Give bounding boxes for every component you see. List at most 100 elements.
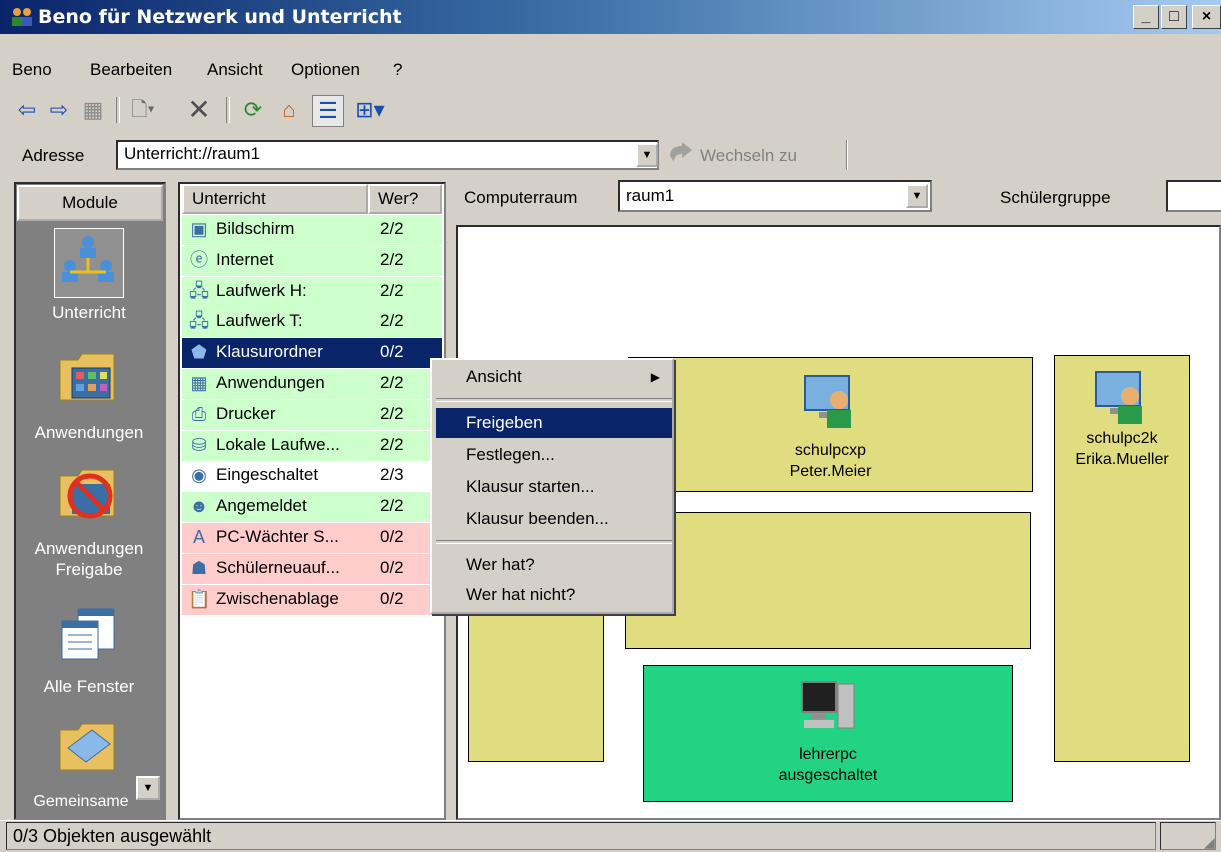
list-item-who: 0/2 — [380, 342, 404, 362]
back-arrow-icon[interactable]: ⇦ — [12, 95, 42, 125]
ctx-freigeben[interactable]: Freigeben — [436, 408, 672, 438]
wechseln-zu-button[interactable]: Wechseln zu — [700, 146, 797, 166]
exam-folder-icon: ⬟ — [191, 342, 207, 363]
list-item-name: Angemeldet — [216, 496, 307, 516]
list-item[interactable]: ⛁ Lokale Laufwe... 2/2 — [182, 430, 442, 461]
ctx-ansicht-label: Ansicht — [466, 367, 522, 386]
list-item-name: Klausurordner — [216, 342, 323, 362]
menu-bar: Beno Bearbeiten Ansicht Optionen ? — [0, 56, 1221, 84]
column-header-unterricht[interactable]: Unterricht — [182, 184, 368, 214]
network-users-icon[interactable] — [58, 232, 118, 292]
maximize-button[interactable]: □ — [1161, 5, 1187, 29]
title-bar[interactable]: Beno für Netzwerk und Unterricht _ □ × — [0, 0, 1221, 34]
modules-header[interactable]: Module — [17, 185, 163, 221]
pc-user-icon — [803, 375, 851, 428]
list-item[interactable]: ▣ Bildschirm 2/2 — [182, 215, 442, 245]
ctx-klausur-starten[interactable]: Klausur starten... — [436, 472, 672, 502]
students-icon: ☗ — [190, 557, 208, 578]
internet-icon: ⓔ — [190, 249, 208, 270]
list-item-name: Laufwerk T: — [216, 311, 303, 331]
list-item-name: Eingeschaltet — [216, 465, 319, 485]
list-item-who: 2/2 — [380, 434, 404, 454]
minimize-button[interactable]: _ — [1133, 5, 1159, 29]
menu-ansicht[interactable]: Ansicht — [207, 60, 263, 80]
menu-optionen[interactable]: Optionen — [291, 60, 360, 80]
list-item[interactable]: ▦ Anwendungen 2/2 — [182, 369, 442, 399]
list-item-name: Lokale Laufwe... — [216, 434, 340, 454]
pc-user-icon — [1095, 371, 1142, 424]
ctx-separator — [436, 398, 672, 402]
delete-icon[interactable]: ✕ — [184, 95, 214, 125]
menu-beno[interactable]: Beno — [12, 60, 52, 80]
windows-icon[interactable] — [58, 605, 118, 661]
list-item-name: Drucker — [216, 403, 276, 423]
pc-lehrerpc[interactable]: lehrerpc ausgeschaltet — [643, 665, 1013, 802]
computerraum-dropdown-button[interactable]: ▼ — [906, 184, 928, 208]
list-item[interactable]: A PC-Wächter S... 0/2 — [182, 523, 442, 553]
menu-help[interactable]: ? — [393, 60, 402, 80]
ctx-festlegen[interactable]: Festlegen... — [436, 440, 672, 470]
ctx-klausur-beenden[interactable]: Klausur beenden... — [436, 504, 672, 534]
ctx-wer-hat-nicht[interactable]: Wer hat nicht? — [436, 580, 672, 610]
list-item-who: 2/2 — [380, 373, 404, 392]
module-anwendungen-label[interactable]: Anwendungen — [16, 423, 162, 443]
pc-schulpcxp[interactable]: schulpcxp Peter.Meier — [628, 357, 1033, 492]
list-item[interactable]: ◉ Eingeschaltet 2/3 — [182, 461, 442, 492]
forbidden-folder-icon[interactable] — [58, 466, 118, 522]
list-item-who: 0/2 — [380, 527, 404, 546]
forward-arrow-icon[interactable]: ⇨ — [44, 95, 74, 125]
ctx-separator — [436, 540, 672, 544]
pc-user: Erika.Mueller — [1075, 451, 1169, 468]
toolbar-separator — [116, 97, 120, 123]
ctx-ansicht[interactable]: Ansicht ▶ — [436, 362, 672, 392]
module-gemeinsame-label[interactable]: Gemeinsame — [16, 793, 146, 811]
pc-schulpc2k[interactable]: schulpc2k Erika.Mueller — [1054, 355, 1190, 762]
go-arrow-icon[interactable] — [666, 142, 696, 166]
schuelergruppe-select[interactable] — [1166, 180, 1221, 212]
list-view-icon[interactable]: ☰ — [312, 95, 344, 127]
details-view-icon[interactable]: ⊞▾ — [350, 95, 390, 125]
home-icon[interactable]: ⌂ — [274, 95, 304, 125]
list-item-who: 2/2 — [380, 403, 404, 423]
list-item[interactable]: ☻ Angemeldet 2/2 — [182, 492, 442, 523]
computerraum-select[interactable]: raum1 — [618, 180, 932, 212]
list-item[interactable]: 📋 Zwischenablage 0/2 — [182, 584, 442, 615]
list-item[interactable]: ⓔ Internet 2/2 — [182, 245, 442, 276]
list-item[interactable]: ⎙ Drucker 2/2 — [182, 399, 442, 430]
resize-grip-icon[interactable]: ◢ — [1204, 834, 1215, 851]
status-text: 0/3 Objekten ausgewählt — [6, 822, 1156, 850]
module-unterricht-label[interactable]: Unterricht — [16, 303, 162, 323]
modules-scroll-down-button[interactable]: ▼ — [136, 776, 160, 800]
list-item[interactable]: 🖧 Laufwerk H: 2/2 — [182, 276, 442, 307]
shared-folder-icon[interactable] — [58, 718, 118, 774]
address-dropdown-button[interactable]: ▼ — [636, 143, 658, 167]
toolbar-separator — [226, 97, 230, 123]
list-item-name: Schülerneuauf... — [216, 557, 340, 577]
list-item-who: 2/2 — [380, 280, 404, 300]
ctx-wer-hat[interactable]: Wer hat? — [436, 550, 672, 580]
applications-icon: ▦ — [190, 373, 208, 393]
list-item[interactable]: 🖧 Laufwerk T: 2/2 — [182, 307, 442, 338]
address-input[interactable]: Unterricht://raum1 — [116, 140, 659, 170]
list-item[interactable]: ☗ Schülerneuauf... 0/2 — [182, 553, 442, 584]
applications-folder-icon[interactable] — [58, 350, 118, 406]
address-separator — [846, 140, 848, 170]
module-alle-fenster-label[interactable]: Alle Fenster — [16, 677, 162, 697]
list-item-name: PC-Wächter S... — [216, 527, 339, 546]
column-header-wer[interactable]: Wer? — [368, 184, 442, 214]
network-drive-icon: 🖧 — [188, 280, 210, 301]
up-folder-icon[interactable]: ▦ — [78, 95, 108, 125]
list-item[interactable]: ⬟ Klausurordner 0/2 — [182, 338, 442, 369]
refresh-icon[interactable]: ⟳ — [238, 95, 268, 125]
context-menu: Ansicht ▶ Freigeben Festlegen... Klausur … — [430, 358, 674, 614]
list-item-who: 0/2 — [380, 557, 404, 577]
guard-icon: A — [192, 527, 205, 547]
close-button[interactable]: × — [1192, 5, 1221, 29]
menu-bearbeiten[interactable]: Bearbeiten — [90, 60, 172, 80]
module-anwendungen-freigabe-label[interactable]: Anwendungen Freigabe — [16, 538, 162, 580]
pc-name: schulpcxp — [794, 442, 867, 459]
new-document-icon[interactable]: 🗋▾ — [128, 95, 158, 125]
pc-name: lehrerpc — [799, 746, 857, 763]
printer-icon: ⎙ — [191, 403, 207, 424]
app-users-icon — [12, 8, 32, 26]
